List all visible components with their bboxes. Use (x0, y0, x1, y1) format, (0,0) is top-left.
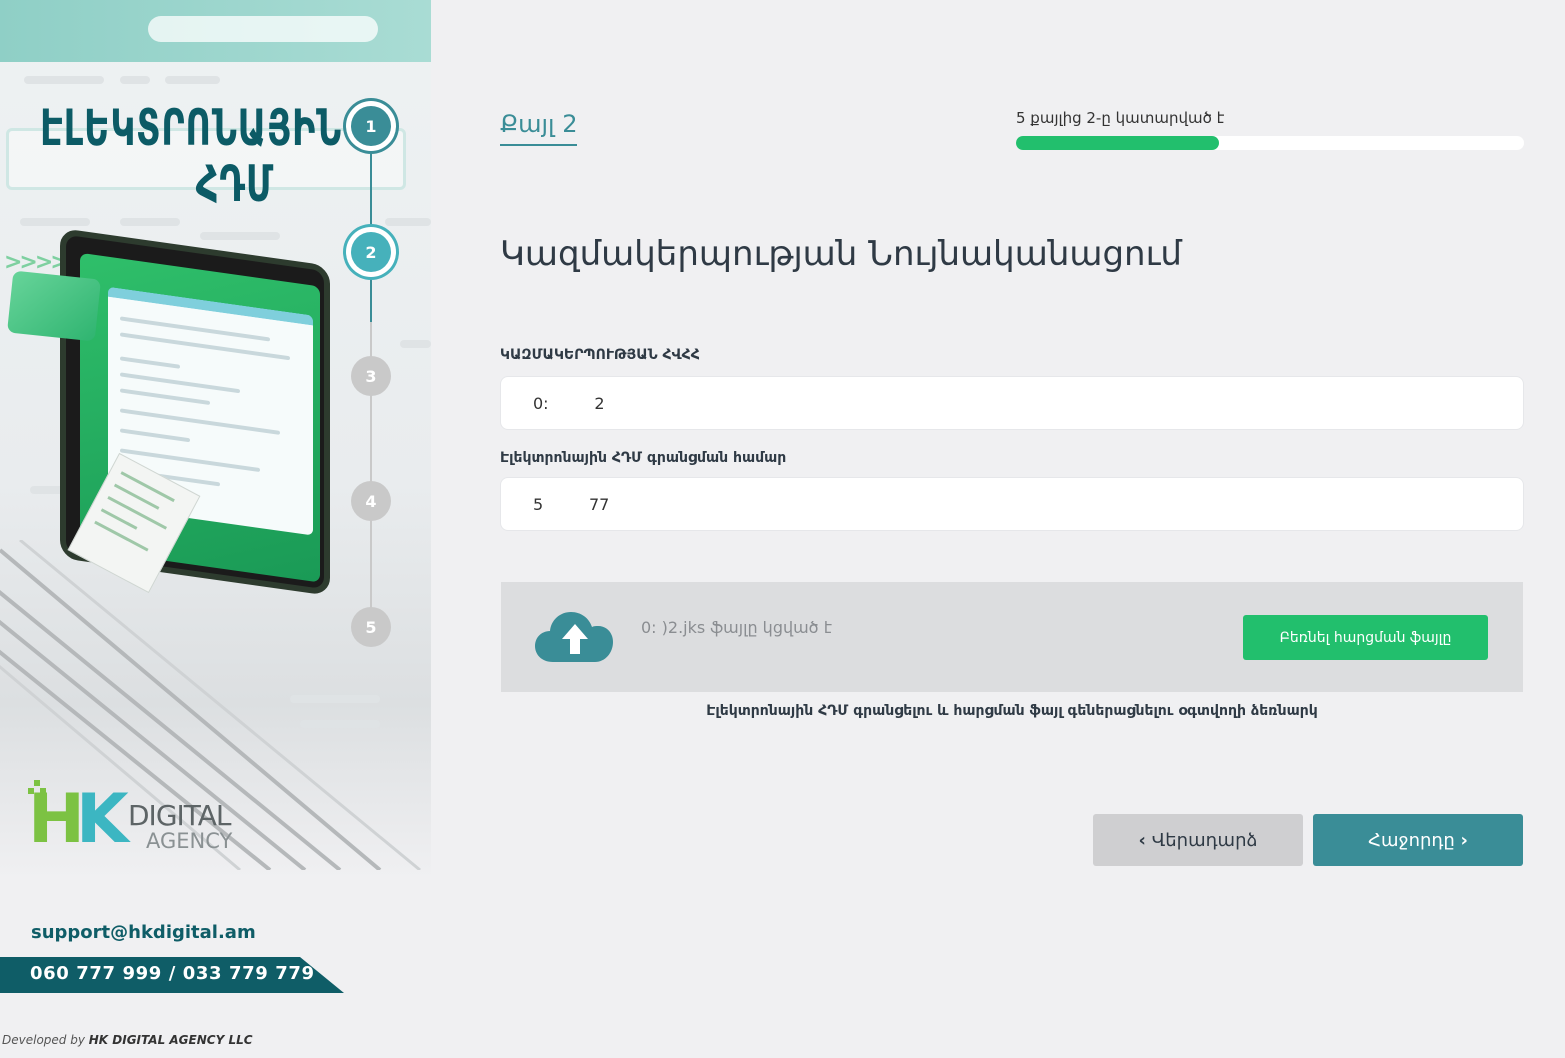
step-5: 5 (351, 607, 391, 647)
step-3: 3 (351, 356, 391, 396)
ghost-line (120, 76, 150, 84)
step-2: 2 (351, 232, 391, 272)
ghost-line (120, 218, 180, 226)
chevron-left-icon: ‹ (1138, 829, 1146, 851)
left-panel: >>>> ԷԼԵԿՏՐՈՆԱՅԻՆ ՀԴՄ 1 2 3 4 5 H K DIGI… (0, 0, 431, 1058)
ghost-line (24, 76, 104, 84)
registration-label: Էլեկտրոնային ՀԴՄ գրանցման համար (500, 450, 787, 466)
next-button-label: Հաջորդը (1368, 829, 1455, 851)
ghost-line (20, 218, 90, 226)
chevron-right-icon: › (1460, 829, 1468, 851)
cloud-upload-icon[interactable] (535, 606, 615, 666)
progress-label: 5 քայլից 2-ը կատարված է (1016, 109, 1225, 127)
page-title: Կազմակերպության Նույնականացում (500, 234, 1182, 274)
tin-input[interactable] (500, 376, 1524, 430)
registration-input[interactable] (500, 477, 1524, 531)
credit-card-illustration (7, 270, 101, 342)
back-button[interactable]: ‹ Վերադարձ (1093, 814, 1303, 866)
developed-by: Developed by HK DIGITAL AGENCY LLC (2, 1033, 253, 1047)
developer-name: HK DIGITAL AGENCY LLC (88, 1033, 253, 1047)
ghost-line (200, 232, 280, 240)
progress-bar (1016, 136, 1524, 150)
ghost-line (165, 76, 220, 84)
step-4: 4 (351, 481, 391, 521)
logo-k: K (76, 780, 129, 859)
support-email[interactable]: support@hkdigital.am (31, 922, 256, 943)
developed-by-prefix: Developed by (2, 1033, 85, 1047)
brand-title-line1: ԷԼԵԿՏՐՈՆԱՅԻՆ (40, 99, 342, 157)
phone-numbers[interactable]: 060 777 999 / 033 779 779 (30, 963, 315, 984)
ghost-line (400, 340, 431, 348)
hero-illustration: >>>> ԷԼԵԿՏՐՈՆԱՅԻՆ ՀԴՄ 1 2 3 4 5 (0, 0, 431, 880)
next-button[interactable]: Հաջորդը › (1313, 814, 1523, 866)
hero-fake-search (148, 16, 378, 42)
tin-label: ԿԱԶՄԱԿԵՐՊՈՒԹՅԱՆ ՀՎՀՀ (500, 347, 700, 363)
hero-topbar (0, 0, 431, 62)
upload-status: 0: )2.jks ֆայլը կցված է (641, 618, 832, 637)
upload-box[interactable]: 0: )2.jks ֆայլը կցված է Բեռնել հարցման ֆ… (501, 582, 1523, 692)
logo-digital: DIGITAL (128, 799, 231, 832)
brand-title: ԷԼԵԿՏՐՈՆԱՅԻՆ ՀԴՄ (40, 99, 342, 213)
hk-digital-logo: H K DIGITAL AGENCY (28, 780, 258, 860)
ghost-line (385, 218, 431, 226)
arrows-decoration: >>>> (4, 250, 69, 275)
step-1: 1 (351, 106, 391, 146)
logo-agency: AGENCY (146, 829, 233, 853)
back-button-label: Վերադարձ (1151, 829, 1258, 851)
brand-title-line2: ՀԴՄ (195, 155, 274, 213)
logo-h: H (28, 780, 85, 859)
download-request-file-button[interactable]: Բեռնել հարցման ֆայլը (1243, 615, 1488, 660)
progress-bar-fill (1016, 136, 1220, 150)
user-guide-link[interactable]: Էլեկտրոնային ՀԴՄ գրանցելու և հարցման ֆայ… (500, 703, 1524, 719)
step-heading: Քայլ 2 (500, 110, 578, 146)
